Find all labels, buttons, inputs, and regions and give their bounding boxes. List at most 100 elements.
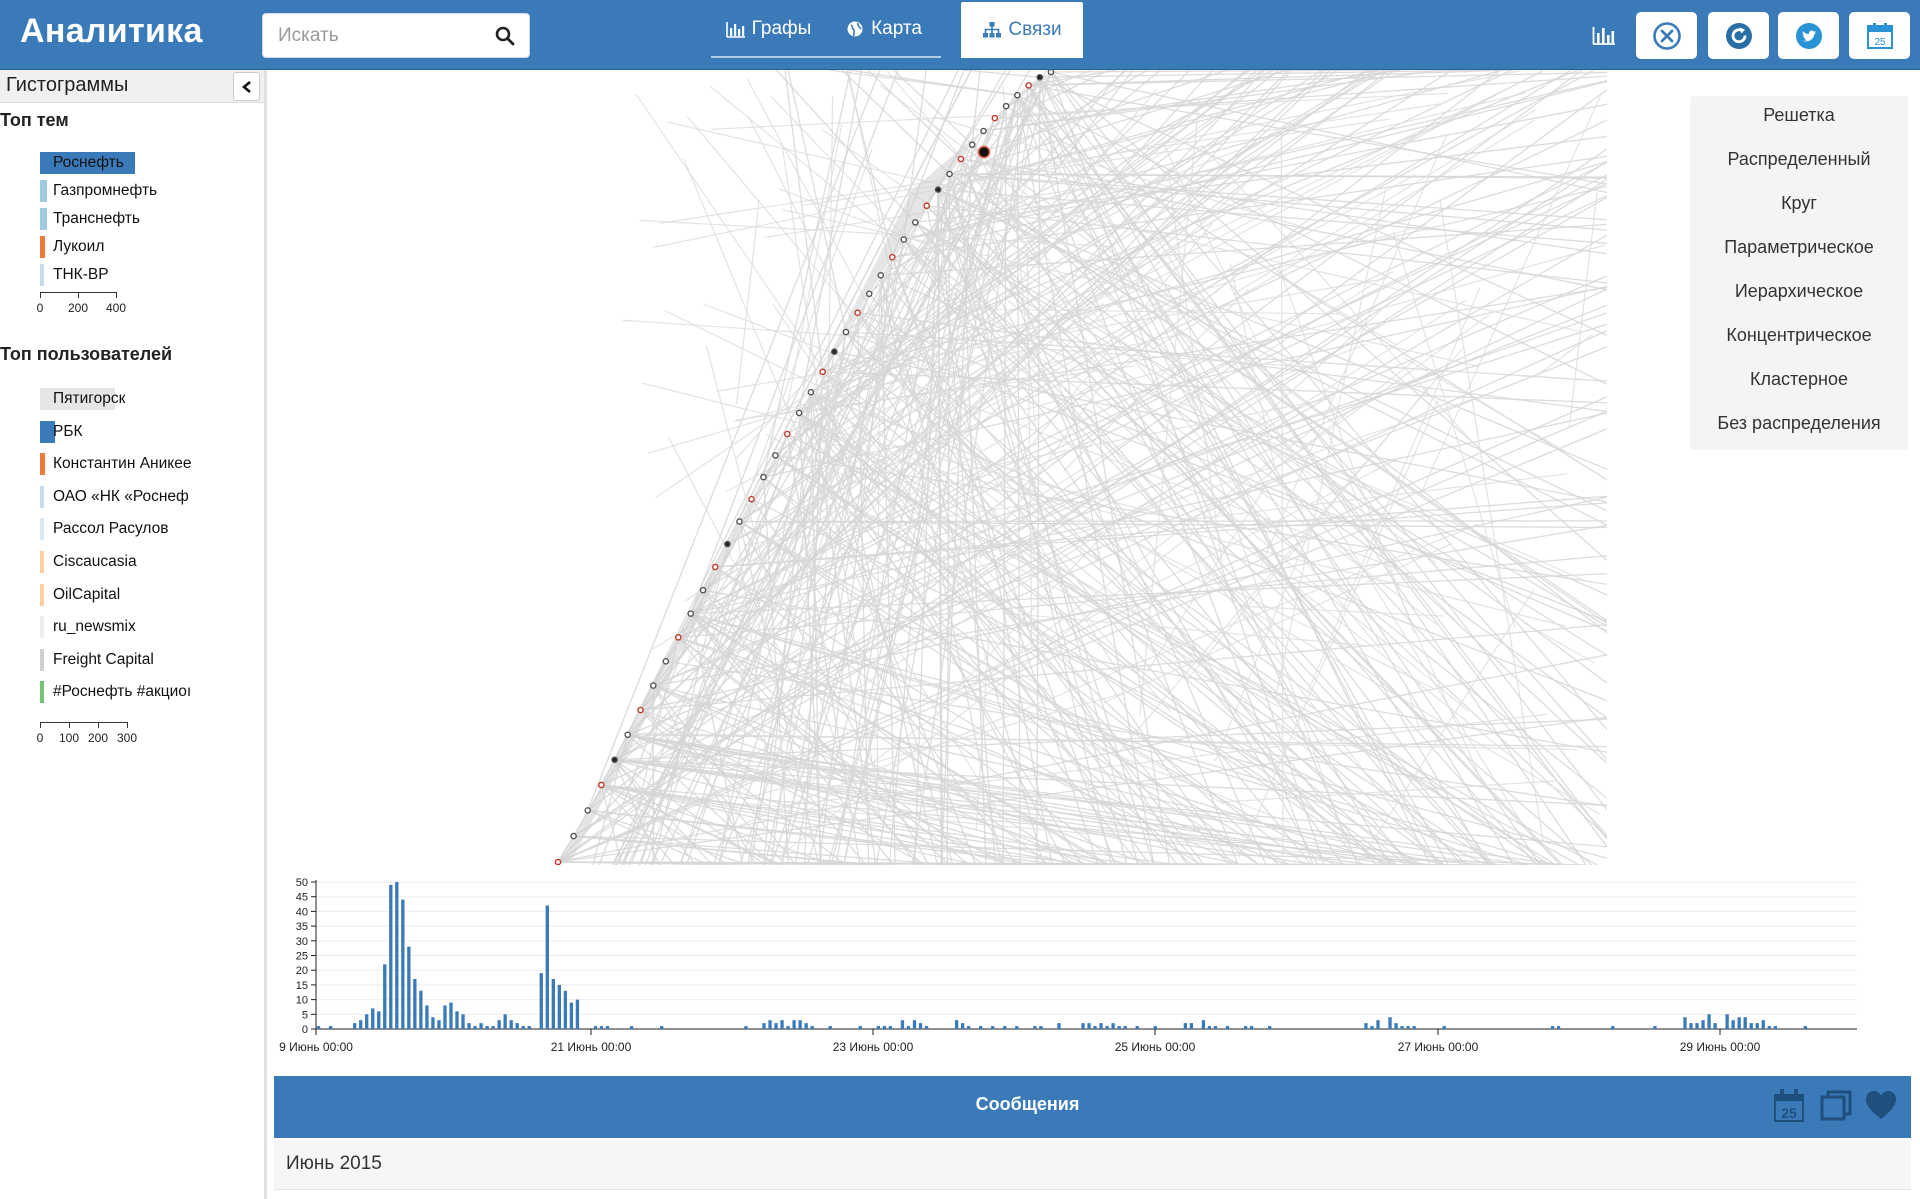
- graph-node: [611, 756, 618, 764]
- y-tick-label: 0: [302, 1024, 308, 1036]
- graph-node: [760, 473, 767, 481]
- histogram-bar-row[interactable]: ru_newsmix: [40, 616, 240, 639]
- globe-icon: [847, 21, 863, 37]
- histogram-bar-row[interactable]: Лукоил: [40, 236, 240, 258]
- layout-option[interactable]: Параметрическое: [1690, 237, 1908, 258]
- timeline-bar: [906, 1026, 911, 1029]
- histogram-bar: [40, 264, 44, 286]
- layout-option[interactable]: Кластерное: [1690, 369, 1908, 390]
- layout-option[interactable]: Решетка: [1690, 105, 1908, 126]
- twitter-button[interactable]: [1778, 12, 1839, 59]
- graph-node: [831, 348, 838, 355]
- layout-option[interactable]: Распределенный: [1690, 149, 1908, 170]
- histogram-bar-row[interactable]: Роснефть: [40, 152, 240, 174]
- y-tick-label: 35: [296, 921, 308, 933]
- timeline-bar: [1701, 1020, 1705, 1029]
- histogram-bar-label: Транснефть: [53, 210, 140, 227]
- month-row[interactable]: Июнь 2015: [274, 1140, 1911, 1190]
- histogram-bar-row[interactable]: Рассол Расулов: [40, 518, 240, 541]
- graph-node: [711, 563, 719, 571]
- y-tick-label: 20: [296, 965, 308, 977]
- refresh-button[interactable]: [1708, 12, 1769, 59]
- y-tick-label: 45: [296, 892, 308, 904]
- messages-title: Сообщения: [975, 1094, 1080, 1114]
- timeline-bar: [1201, 1020, 1206, 1029]
- y-tick-label: 10: [296, 995, 308, 1007]
- search-input[interactable]: [263, 14, 483, 57]
- clear-button[interactable]: [1636, 12, 1697, 59]
- histogram-bar-row[interactable]: Ciscaucasia: [40, 551, 240, 573]
- layout-option[interactable]: Круг: [1690, 193, 1908, 214]
- timeline-bar: [359, 1020, 363, 1029]
- histogram-bar-label: Рассол Расулов: [53, 520, 169, 538]
- timeline-bar: [1388, 1017, 1392, 1029]
- timeline-bar: [1267, 1026, 1272, 1029]
- histogram-bar: [40, 453, 45, 476]
- histogram-bar-row[interactable]: ТНК-ВР: [40, 264, 240, 286]
- window-icon[interactable]: [1819, 1088, 1853, 1124]
- timeline-bar: [491, 1026, 495, 1029]
- sitemap-icon: [983, 22, 1002, 38]
- timeline-bar: [1135, 1026, 1139, 1029]
- timeline-chart[interactable]: 504540353025201510509 Июнь 00:00 21 Июнь …: [272, 872, 1912, 1062]
- layout-option[interactable]: Иерархическое: [1690, 281, 1908, 302]
- tab-map[interactable]: Карта: [826, 2, 941, 58]
- axis-tick: [116, 292, 117, 298]
- histogram-bar-row[interactable]: ОАО «НК «Роснеф: [40, 485, 240, 508]
- histogram-bar-row[interactable]: Константин Аникее: [40, 453, 240, 476]
- y-tick-label: 25: [296, 951, 308, 963]
- timeline-bar: [660, 1026, 664, 1029]
- histogram-icon[interactable]: [1592, 24, 1616, 46]
- layout-menu: Решетка Распределенный Круг Параметрическое…: [1690, 96, 1908, 450]
- axis-tick: [127, 722, 128, 728]
- layout-option[interactable]: Концентрическое: [1690, 325, 1908, 346]
- timeline-bar: [407, 946, 411, 1029]
- timeline-bar: [1707, 1014, 1711, 1029]
- timeline-bar: [449, 1002, 453, 1029]
- x-tick-label: 29 Июнь 00:00: [1680, 1040, 1761, 1054]
- timeline-bar: [629, 1026, 634, 1029]
- layout-option[interactable]: Без распределения: [1690, 413, 1908, 434]
- search-icon[interactable]: [495, 26, 515, 46]
- timeline-bar: [539, 973, 543, 1029]
- timeline-bar: [1725, 1014, 1729, 1029]
- tab-graphs[interactable]: Графы: [711, 2, 826, 58]
- graph-hub-node: [977, 145, 991, 159]
- histogram-bar-row[interactable]: Транснефть: [40, 208, 240, 230]
- x-tick-label: 23 Июнь 00:00: [833, 1040, 914, 1054]
- histogram-bar-row[interactable]: OilCapital: [40, 583, 240, 606]
- timeline-bar: [888, 1026, 893, 1029]
- timeline-bar: [563, 990, 568, 1029]
- histogram-bar-row[interactable]: #Роснефть #акциoı: [40, 681, 240, 704]
- timeline-bar: [395, 882, 399, 1029]
- histogram-bar-row[interactable]: Пятигорск: [40, 388, 240, 410]
- timeline-bar: [569, 1002, 574, 1029]
- histogram-bar-row[interactable]: Freight Capital: [40, 648, 240, 671]
- calendar-icon[interactable]: 25: [1772, 1088, 1806, 1124]
- links-graph[interactable]: [272, 70, 1607, 865]
- refresh-icon: [1725, 22, 1752, 49]
- graph-node: [724, 540, 731, 548]
- timeline-bar: [1033, 1026, 1037, 1029]
- timeline-bar: [1057, 1023, 1061, 1029]
- graph-node: [649, 682, 657, 689]
- graph-node: [598, 781, 605, 789]
- timeline-bar: [437, 1020, 441, 1029]
- collapse-sidebar-button[interactable]: [233, 72, 260, 101]
- histogram-bar: [40, 583, 44, 606]
- graph-edges: [557, 70, 1607, 865]
- timeline-bar: [762, 1023, 766, 1029]
- timeline-bar: [768, 1020, 772, 1029]
- histogram-bar-label: OilCapital: [53, 585, 121, 603]
- graph-node: [807, 388, 815, 396]
- heart-icon[interactable]: [1864, 1088, 1898, 1124]
- histogram-bar-row[interactable]: Газпромнефть: [40, 180, 240, 202]
- app-title[interactable]: Аналитика: [20, 12, 203, 51]
- tab-links[interactable]: Связи: [961, 2, 1083, 58]
- histogram-bar-row[interactable]: РБК: [40, 420, 240, 443]
- calendar-button[interactable]: 25: [1849, 12, 1910, 59]
- y-tick-label: 50: [296, 877, 308, 889]
- y-tick-label: 30: [296, 936, 308, 948]
- timeline-bar: [1015, 1026, 1019, 1029]
- graph-node: [854, 309, 861, 316]
